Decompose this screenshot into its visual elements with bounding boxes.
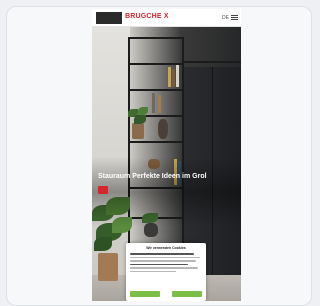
partner-logo[interactable] <box>96 12 122 24</box>
cookie-text-line <box>130 263 188 265</box>
cookie-text-line <box>130 253 194 255</box>
language-switch[interactable]: DE <box>222 14 230 22</box>
cookie-text-line <box>130 260 196 262</box>
cookie-title: Wir verwenden Cookies <box>146 246 186 250</box>
cookie-consent-dialog: Wir verwenden Cookies <box>126 243 206 301</box>
mobile-screenshot: BRUGCHE X DE Stauraum Perfekte Ideen im … <box>92 9 241 301</box>
cookie-text-line <box>130 267 198 269</box>
hamburger-menu-icon[interactable] <box>231 14 239 22</box>
cookie-text-line <box>130 256 200 258</box>
cookie-accept-button[interactable] <box>172 291 202 297</box>
cookie-settings-button[interactable] <box>130 291 160 297</box>
hero-cta-button[interactable] <box>98 186 108 194</box>
hero-title: Stauraum Perfekte Ideen im Grol <box>98 173 207 180</box>
site-header: BRUGCHE X DE <box>92 9 241 27</box>
brand-logo[interactable]: BRUGCHE X <box>125 13 169 20</box>
cookie-text-line <box>130 270 176 272</box>
